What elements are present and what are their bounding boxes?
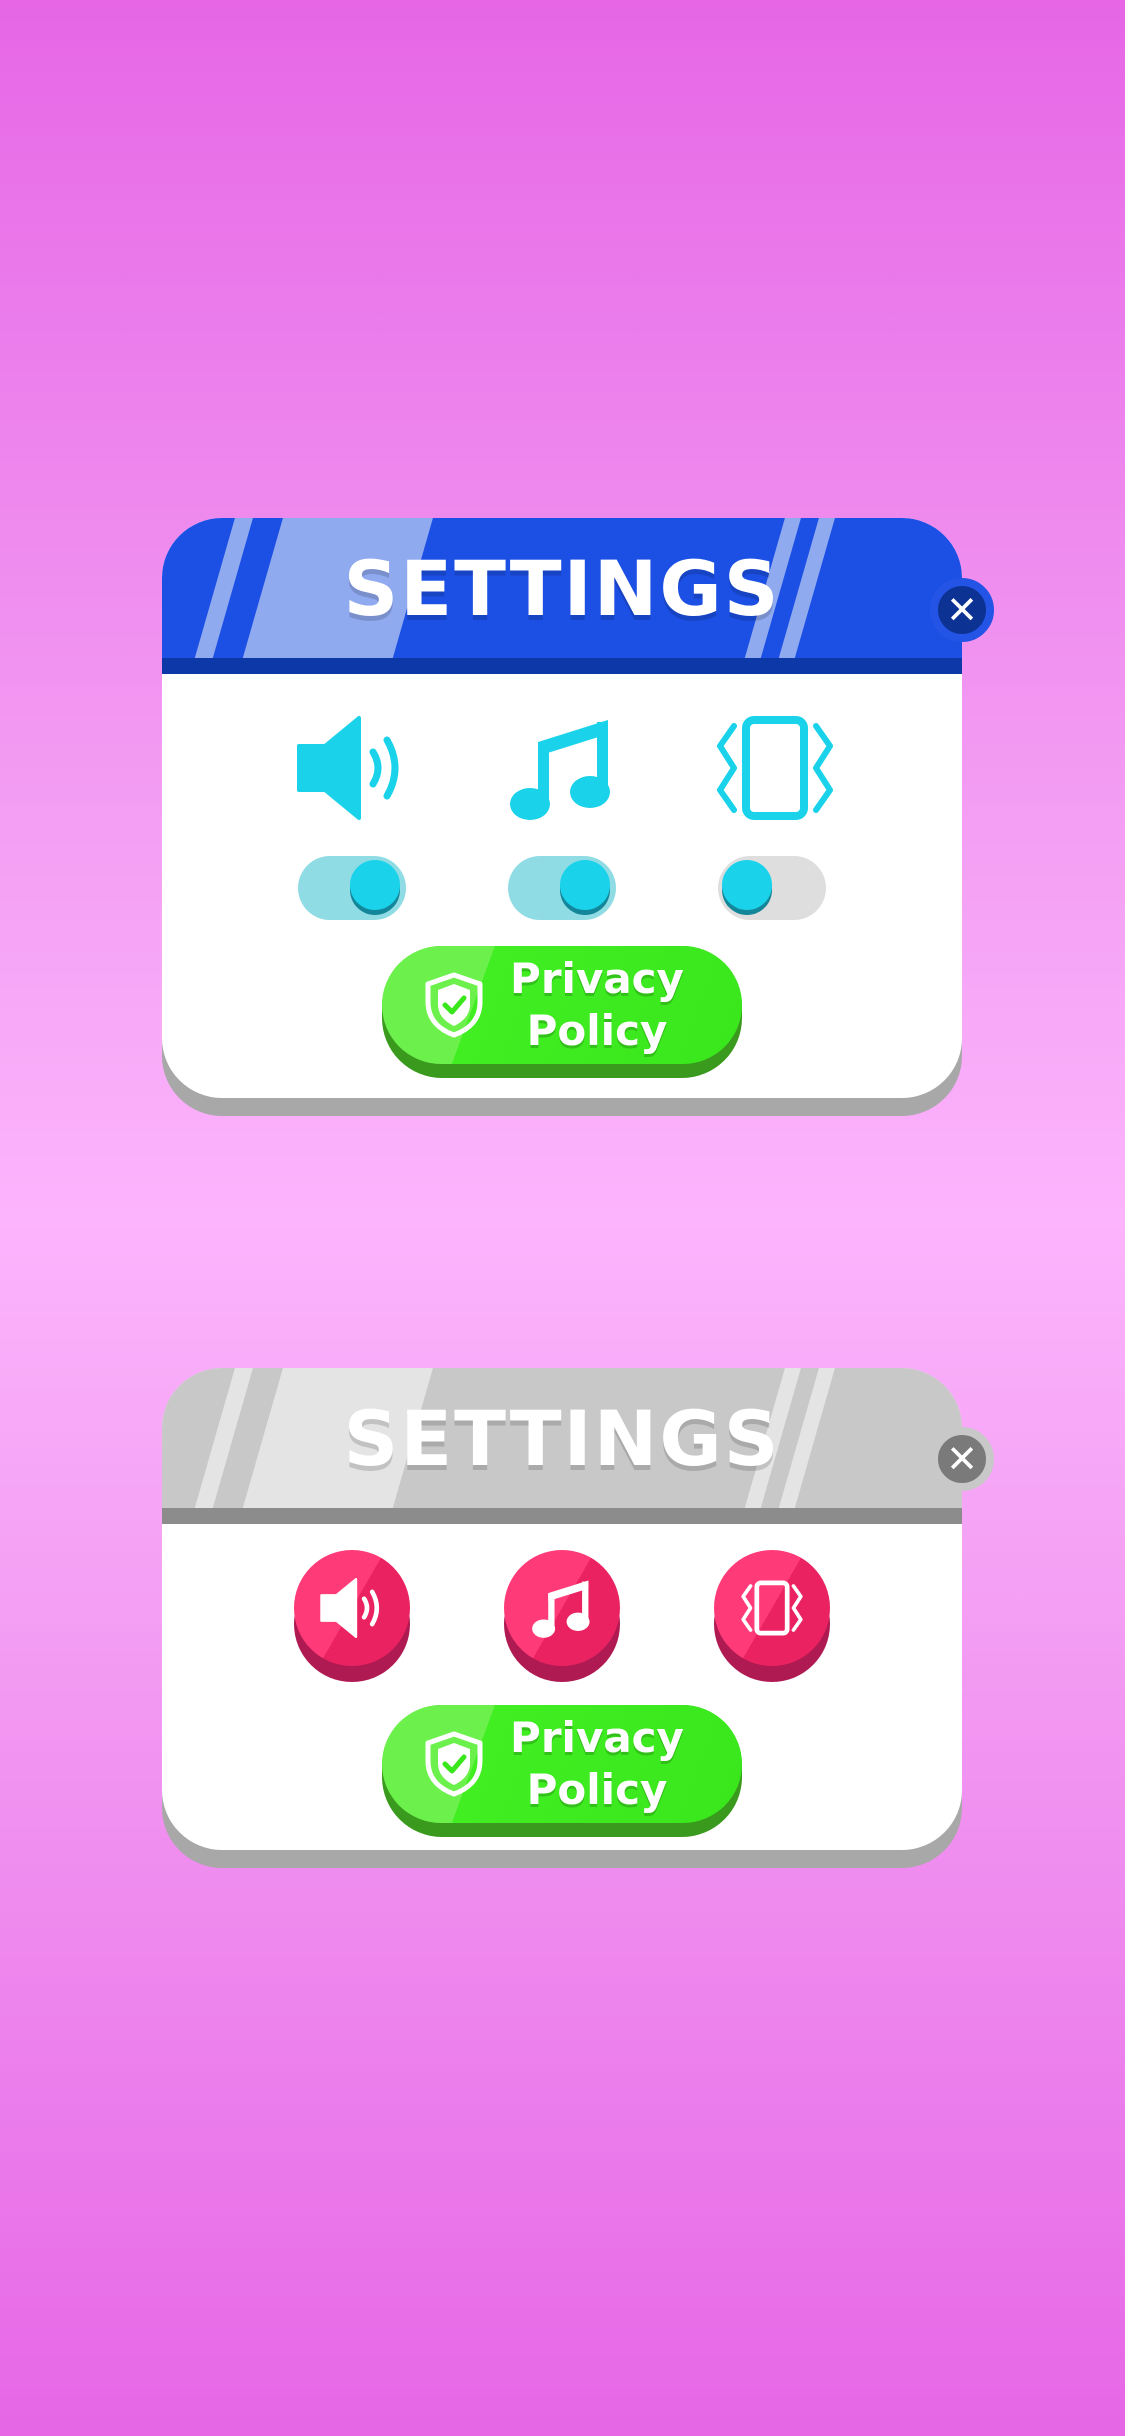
sound-toggle[interactable] [298, 856, 406, 920]
music-note-icon [532, 1580, 590, 1638]
privacy-label-line1: Privacy [510, 954, 684, 1003]
panel-body: SETTINGS Privacy Policy [162, 518, 962, 1098]
vibration-button[interactable] [714, 1550, 830, 1682]
close-icon: ✕ [946, 588, 978, 632]
music-note-icon [510, 720, 610, 820]
toggle-knob [722, 860, 772, 910]
panel-title: SETTINGS [343, 543, 781, 633]
close-button-blue[interactable]: ✕ [930, 578, 994, 642]
music-button[interactable] [504, 1550, 620, 1682]
toggle-knob [350, 860, 400, 910]
music-toggle[interactable] [508, 856, 616, 920]
privacy-button-face: Privacy Policy [382, 946, 742, 1064]
speaker-icon [320, 1578, 380, 1638]
privacy-button-face: Privacy Policy [382, 1705, 742, 1823]
panel-header: SETTINGS [162, 1368, 962, 1508]
panel-title: SETTINGS [343, 1393, 781, 1483]
privacy-label: Privacy Policy [492, 1705, 702, 1823]
header-band [162, 658, 962, 674]
close-icon: ✕ [946, 1437, 978, 1481]
vibrate-icon [741, 1580, 803, 1636]
speaker-icon [297, 716, 399, 820]
settings-panel-gray: SETTINGS Privacy Policy [162, 1368, 962, 1868]
close-button-gray[interactable]: ✕ [930, 1427, 994, 1491]
panel-header: SETTINGS [162, 518, 962, 658]
panel-body: SETTINGS Privacy Policy [162, 1368, 962, 1850]
privacy-policy-button[interactable]: Privacy Policy [382, 1705, 742, 1837]
privacy-label-line1: Privacy [510, 1713, 684, 1762]
header-band [162, 1508, 962, 1524]
privacy-policy-button[interactable]: Privacy Policy [382, 946, 742, 1078]
privacy-label-line2: Policy [526, 1006, 668, 1055]
shield-check-icon [425, 1731, 483, 1797]
settings-panel-blue: SETTINGS Privacy Policy [162, 518, 962, 1116]
button-face [294, 1550, 410, 1666]
privacy-label: Privacy Policy [492, 946, 702, 1064]
privacy-label-line2: Policy [526, 1765, 668, 1814]
shield-check-icon [425, 972, 483, 1038]
button-face [714, 1550, 830, 1666]
toggle-knob [560, 860, 610, 910]
vibration-toggle[interactable] [718, 856, 826, 920]
vibrate-icon [717, 716, 833, 820]
sound-button[interactable] [294, 1550, 410, 1682]
button-face [504, 1550, 620, 1666]
